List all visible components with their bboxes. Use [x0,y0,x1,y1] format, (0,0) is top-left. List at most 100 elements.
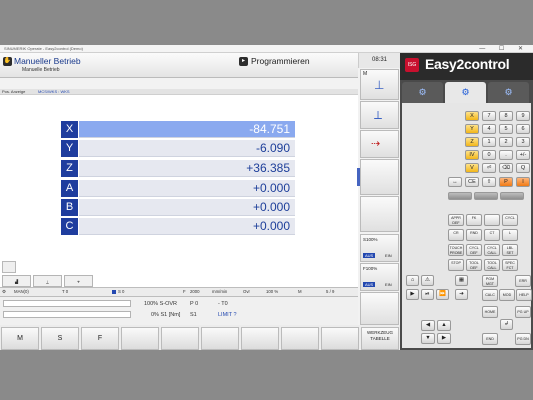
fast-forward-icon[interactable]: ⏩ [436,289,449,300]
vkey-empty-2[interactable] [360,196,399,232]
softkey-9[interactable] [321,327,359,350]
view-toggle-button[interactable] [2,261,16,273]
key-grey-2[interactable] [474,192,498,200]
key-cycl-def[interactable]: CYCL DEF [466,244,482,256]
key-p[interactable]: P [499,177,513,187]
key-home[interactable]: HOME [482,306,498,318]
vkey-s100[interactable]: S100% AUS EIN [360,234,399,262]
key-q[interactable]: Q [516,163,530,173]
key-help[interactable]: HELP [516,289,532,301]
key-dot[interactable]: . [499,150,513,160]
key-touch-probe[interactable]: TOUCH PROBE [448,244,464,256]
key-cycl-call[interactable]: CYCL CALL [484,244,500,256]
key-0[interactable]: 0 [482,150,496,160]
softkey-f[interactable]: F [81,327,119,350]
key-9[interactable]: 9 [516,111,530,121]
goto-icon[interactable]: ↲ [500,319,513,330]
axis-row-c[interactable]: C +0.000 [61,218,295,235]
key-iv[interactable]: IV [465,150,479,160]
key-blank[interactable] [484,214,500,226]
key-appr-def[interactable]: APPR DEF [448,214,464,226]
panel-tab-keypad[interactable]: ⚙ [445,82,486,103]
softkey-m[interactable]: M [1,327,39,350]
axis-row-z[interactable]: Z +36.385 [61,160,295,177]
vkey-f100[interactable]: F100% AUS EIN [360,263,399,291]
vkey-tool-measure[interactable]: ⇢ [360,130,399,158]
vkey-empty-3[interactable] [360,292,399,325]
enter-key-icon[interactable]: ⏎ [482,163,496,173]
key-cycl[interactable]: CYCL [502,214,518,226]
arrow-down-icon[interactable]: ▼ [421,333,435,344]
programmieren-button[interactable]: Programmieren [251,56,310,66]
key-tool-def[interactable]: TOOL DEF [466,259,482,271]
key-err[interactable]: ERR [515,275,531,287]
softkey-8[interactable] [281,327,319,350]
key-ce[interactable]: CE [465,177,479,187]
mode-title[interactable]: Manueller Betrieb [14,56,81,66]
arrow-up-icon[interactable]: ▲ [437,320,451,331]
softkey-s[interactable]: S [41,327,79,350]
arrow-right-icon[interactable]: ➔ [455,289,468,300]
chart-view-icon[interactable]: ▟ [2,275,31,287]
key-mod[interactable]: MOD [499,289,515,301]
key-i[interactable]: I [516,177,530,187]
key-spec-fct[interactable]: SPEC FCT [502,259,518,271]
play-icon[interactable]: ▶ [406,289,419,300]
key-3[interactable]: 3 [516,137,530,147]
softkey-7[interactable] [241,327,279,350]
axis-row-b[interactable]: B +0.000 [61,199,295,216]
key-y[interactable]: Y [465,124,479,134]
panel-tab-settings[interactable]: ⚙ [488,82,529,103]
key-8[interactable]: 8 [499,111,513,121]
key-lbl-set[interactable]: LBL SET [502,244,518,256]
key-pgm-mgt[interactable]: PGM MGT [482,275,498,287]
vkey-tool[interactable]: ⟂ [360,101,399,129]
key-1[interactable]: 1 [482,137,496,147]
key-x[interactable]: X [465,111,479,121]
key-4[interactable]: 4 [482,124,496,134]
key-grey-1[interactable] [448,192,472,200]
key-2[interactable]: 2 [499,137,513,147]
arrow-left-icon[interactable]: ◀ [421,320,435,331]
measure-view-icon[interactable]: ⌖ [64,275,93,287]
key-ct[interactable]: CT [484,229,500,241]
window-controls[interactable]: — ☐ ✕ [479,45,529,52]
axis-row-y[interactable]: Y -6.090 [61,140,295,157]
softkey-4[interactable] [121,327,159,350]
axis-row-a[interactable]: A +0.000 [61,180,295,197]
key-sign[interactable]: +/- [516,150,530,160]
shift-key-icon[interactable]: ⇧ [482,177,496,187]
backspace-key-icon[interactable]: ⌫ [499,163,513,173]
step-icon[interactable]: ⏯ [421,289,434,300]
key-stop[interactable]: STOP [448,259,464,271]
arrows-key-icon[interactable]: ↔ [448,177,462,187]
panel-tab-machine[interactable]: ⚙ [402,82,443,103]
key-pg-up[interactable]: PG UP [515,306,531,318]
key-cr[interactable]: CR [448,229,464,241]
key-z[interactable]: Z [465,137,479,147]
grid-icon[interactable]: ▦ [455,275,468,286]
vkey-m[interactable]: M ⊥ [360,69,399,100]
key-7[interactable]: 7 [482,111,496,121]
vkey-empty-1[interactable] [360,159,399,195]
key-rnd[interactable]: RND [466,229,482,241]
key-l[interactable]: L [502,229,518,241]
softkey-5[interactable] [161,327,199,350]
warning-icon[interactable]: ⚠ [421,275,434,286]
tool-view-icon[interactable]: ⟂ [33,275,62,287]
axis-row-x[interactable]: X -84.751 [61,121,295,138]
key-6[interactable]: 6 [516,124,530,134]
key-pg-dn[interactable]: PG DN [515,333,531,345]
key-end[interactable]: END [482,333,498,345]
softkey-6[interactable] [201,327,239,350]
key-tool-call[interactable]: TOOL CALL [484,259,500,271]
key-5[interactable]: 5 [499,124,513,134]
key-fk[interactable]: FK [466,214,482,226]
softkey-tool-table[interactable]: WERKZEUG TABELLE [361,327,399,350]
arrow-right-key-icon[interactable]: ▶ [437,333,451,344]
home-icon[interactable]: ⌂ [406,275,419,286]
key-v[interactable]: V [465,163,479,173]
coordinate-system[interactable]: MCS/WKS : WKS [38,89,70,94]
key-calc[interactable]: CALC [482,289,498,301]
key-grey-3[interactable] [500,192,524,200]
